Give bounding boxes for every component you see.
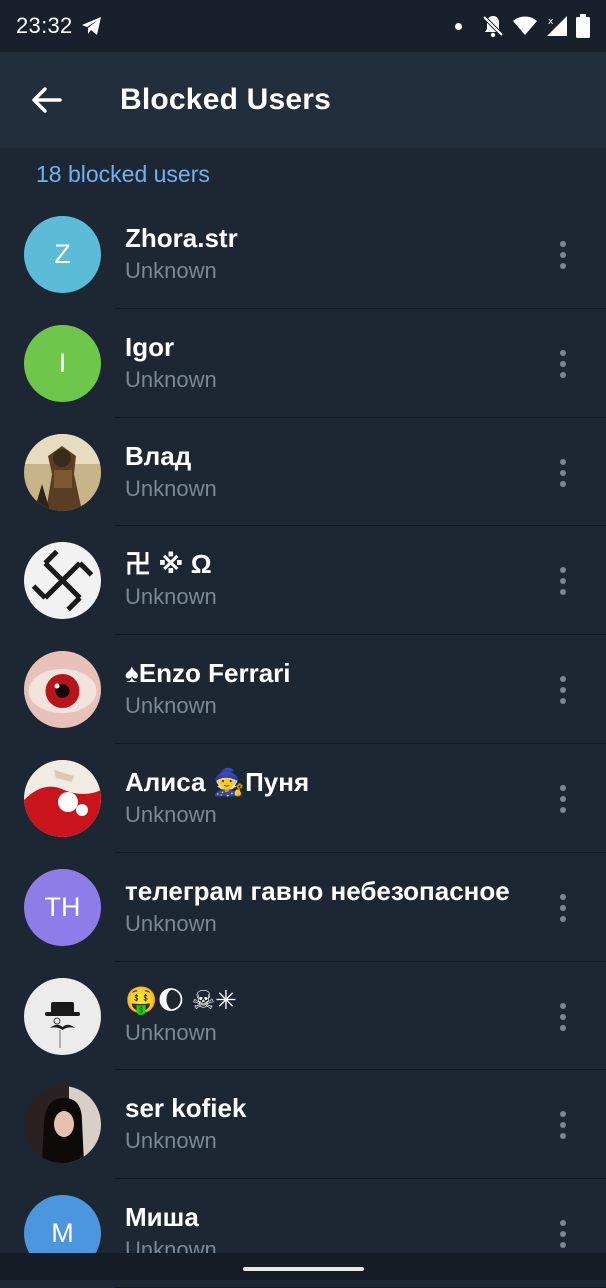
user-row-telegram[interactable]: ТН телеграм гавно небезопасное Unknown <box>0 853 606 962</box>
avatar-photo <box>24 542 101 620</box>
avatar-initials: I <box>58 347 67 378</box>
avatar: ТН <box>24 868 101 946</box>
user-name: ♠Enzo Ferrari <box>125 658 291 689</box>
app-bar: Blocked Users <box>0 52 606 148</box>
avatar: I <box>24 324 101 402</box>
avatar-photo <box>24 977 101 1055</box>
more-options-button[interactable] <box>548 564 578 598</box>
bell-off-icon <box>482 14 504 38</box>
more-options-button[interactable] <box>548 456 578 490</box>
user-row-zhora[interactable]: Z Zhora.str Unknown <box>0 200 606 309</box>
user-status: Unknown <box>125 584 217 610</box>
user-name: телеграм гавно небезопасное <box>125 875 510 906</box>
arrow-left-icon <box>32 87 62 113</box>
wifi-icon <box>512 16 538 36</box>
signal-icon: x <box>546 15 568 37</box>
page-title: Blocked Users <box>120 83 332 116</box>
more-options-button[interactable] <box>548 1217 578 1251</box>
user-status: Unknown <box>125 910 217 936</box>
avatar-initials: М <box>51 1218 74 1249</box>
more-options-button[interactable] <box>548 1000 578 1034</box>
avatar-photo <box>24 433 101 511</box>
status-time: 23:32 <box>16 13 73 38</box>
avatar-initials: ТН <box>44 891 81 922</box>
avatar-photo <box>24 1086 101 1164</box>
more-options-button[interactable] <box>548 1108 578 1142</box>
user-name: Igor <box>125 331 175 362</box>
user-row-emoji[interactable]: 🤑🌔 ☠✳ Unknown <box>0 962 606 1071</box>
back-button[interactable] <box>24 77 70 123</box>
status-bar: 23:32 x <box>0 0 606 52</box>
more-options-button[interactable] <box>548 238 578 272</box>
user-name: Алиса 🧙Пуня <box>125 766 310 797</box>
more-options-button[interactable] <box>548 673 578 707</box>
user-name: Zhora.str <box>125 223 238 253</box>
avatar-initials: Z <box>54 239 71 269</box>
avatar-photo <box>24 651 101 729</box>
user-row-vlad[interactable]: Влад Unknown <box>0 418 606 527</box>
user-status: Unknown <box>125 801 217 827</box>
user-row-enzo[interactable]: ♠Enzo Ferrari Unknown <box>0 635 606 744</box>
user-name: ser kofiek <box>125 1093 247 1124</box>
more-options-button[interactable] <box>548 782 578 816</box>
telegram-icon <box>81 16 103 36</box>
user-row-alisa[interactable]: Алиса 🧙Пуня Unknown <box>0 744 606 853</box>
user-name: 卍 ※ Ω <box>125 549 212 580</box>
home-handle[interactable] <box>243 1267 364 1271</box>
more-options-button[interactable] <box>548 891 578 925</box>
svg-text:x: x <box>548 17 554 27</box>
user-status: Unknown <box>125 1019 217 1045</box>
blocked-users-list: Z Zhora.str Unknown I Igor Unknown Влад … <box>0 200 606 1288</box>
gesture-navigation-bar <box>0 1253 606 1280</box>
user-name: Миша <box>125 1202 199 1233</box>
user-row-igor[interactable]: I Igor Unknown <box>0 309 606 418</box>
more-options-button[interactable] <box>548 347 578 381</box>
user-row-symbols[interactable]: 卍 ※ Ω Unknown <box>0 526 606 636</box>
user-name: Влад <box>125 440 192 471</box>
user-row-kofiek[interactable]: ser kofiek Unknown <box>0 1070 606 1180</box>
avatar: Z <box>24 216 101 293</box>
user-status: Unknown <box>125 258 217 283</box>
user-status: Unknown <box>125 366 217 392</box>
user-status: Unknown <box>125 475 217 501</box>
user-status: Unknown <box>125 1128 217 1154</box>
user-status: Unknown <box>125 693 217 719</box>
avatar-photo <box>24 759 101 837</box>
notification-dot <box>455 22 462 30</box>
user-name: 🤑🌔 ☠✳ <box>125 984 237 1015</box>
blocked-count-label: 18 blocked users <box>36 160 210 187</box>
battery-icon <box>576 14 590 38</box>
